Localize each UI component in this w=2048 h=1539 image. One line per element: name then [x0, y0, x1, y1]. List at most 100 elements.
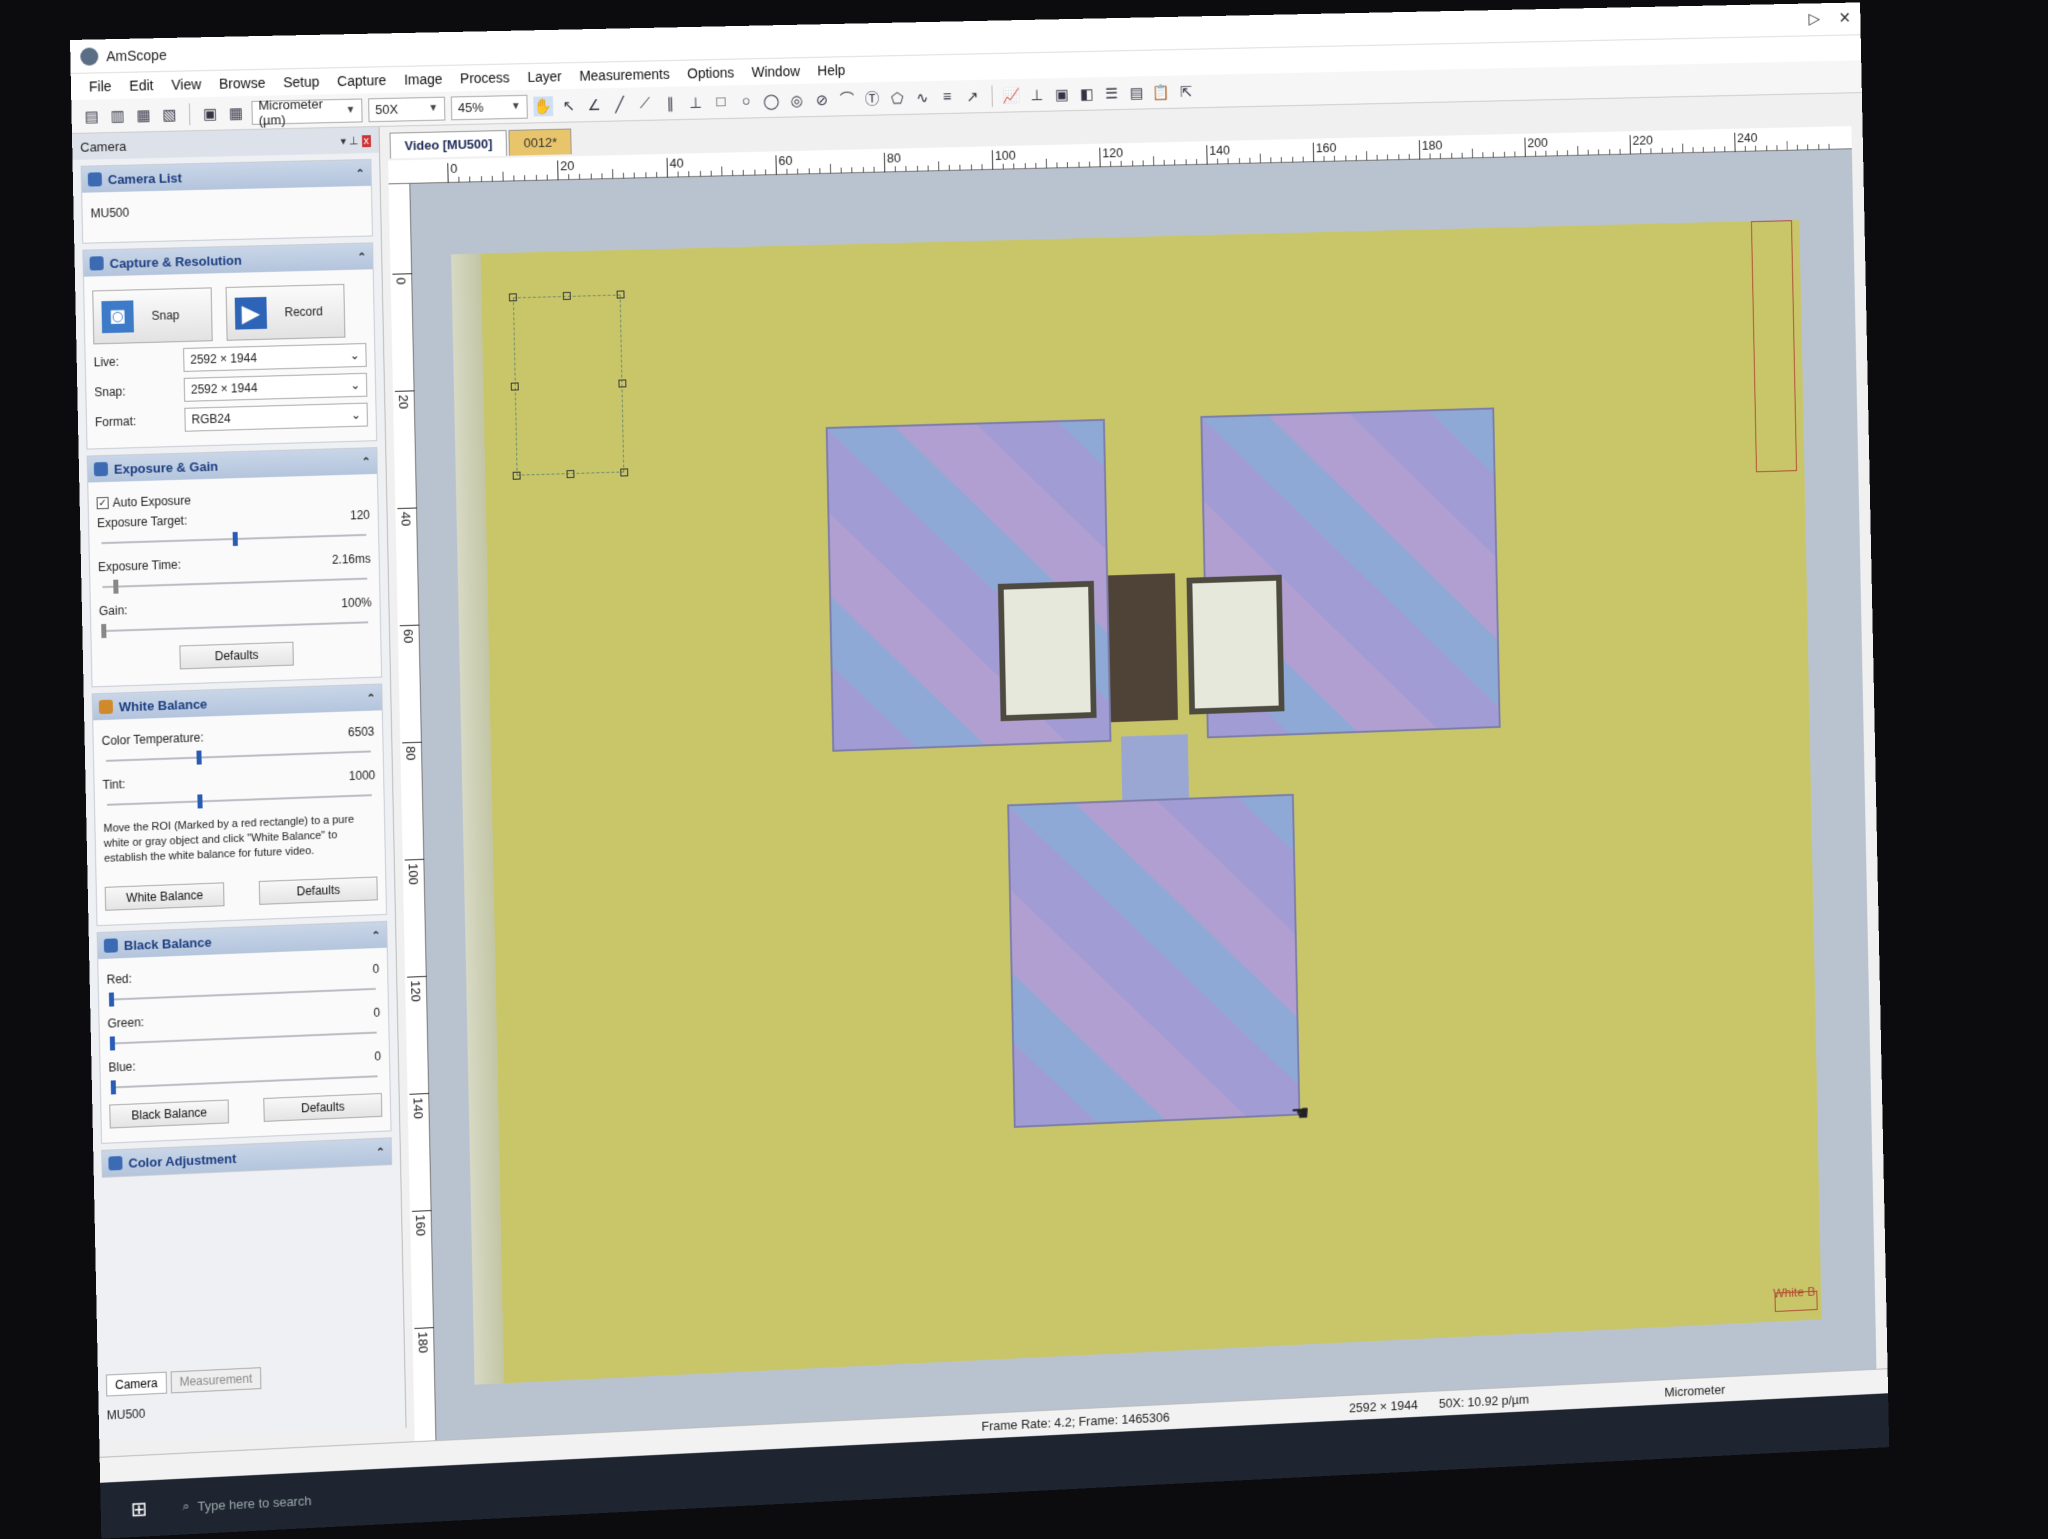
resize-handle[interactable]: [620, 468, 629, 477]
format-select[interactable]: RGB24 ⌄: [184, 402, 368, 432]
select-arrow-icon[interactable]: ↖: [559, 95, 579, 115]
menu-help[interactable]: Help: [817, 62, 845, 78]
slider-thumb[interactable]: [197, 794, 204, 809]
distribute-icon[interactable]: ☰: [1102, 83, 1122, 103]
browse-icon[interactable]: ▣: [200, 103, 220, 123]
gain-slider[interactable]: [101, 615, 369, 639]
tab-image-0012[interactable]: 0012*: [508, 128, 573, 156]
resize-handle[interactable]: [566, 469, 575, 479]
panel-arrow-icon[interactable]: ▷: [1808, 9, 1820, 29]
slider-thumb[interactable]: [109, 1036, 116, 1051]
measurement-rectangle[interactable]: [512, 294, 625, 476]
polygon-tool-icon[interactable]: ⬠: [887, 88, 907, 108]
menu-view[interactable]: View: [171, 76, 201, 93]
scale-bar-icon[interactable]: ≡: [938, 87, 958, 107]
rectangle-tool-icon[interactable]: □: [711, 92, 731, 112]
collapse-icon[interactable]: ⌃: [355, 167, 364, 180]
menu-process[interactable]: Process: [460, 69, 510, 86]
menu-setup[interactable]: Setup: [283, 74, 320, 91]
menu-file[interactable]: File: [89, 78, 112, 94]
menu-edit[interactable]: Edit: [129, 77, 153, 93]
text-tool-icon[interactable]: Ⓣ: [862, 88, 882, 108]
concentric-tool-icon[interactable]: ◎: [787, 90, 807, 110]
color-temp-slider[interactable]: [106, 745, 371, 768]
arc-tool-icon[interactable]: ⌒: [837, 89, 857, 109]
line-tool-icon[interactable]: ╱: [610, 94, 630, 114]
slider-thumb[interactable]: [196, 750, 203, 765]
collapse-icon[interactable]: ⌃: [366, 691, 375, 704]
save-as-icon[interactable]: ▦: [133, 105, 153, 125]
auto-exposure-checkbox[interactable]: ✓: [96, 496, 109, 510]
grid-icon[interactable]: ▦: [226, 103, 246, 123]
black-balance-button[interactable]: Black Balance: [109, 1099, 230, 1129]
green-slider[interactable]: [109, 1026, 377, 1051]
parallel-tool-icon[interactable]: ∥: [660, 93, 680, 113]
menu-options[interactable]: Options: [687, 65, 734, 82]
zoom-select[interactable]: 45% ▼: [450, 94, 528, 120]
resize-handle[interactable]: [618, 379, 627, 388]
live-resolution-select[interactable]: 2592 × 1944 ⌄: [183, 342, 367, 372]
curve-tool-icon[interactable]: ∿: [912, 87, 932, 107]
slider-thumb[interactable]: [101, 623, 107, 639]
tint-slider[interactable]: [106, 788, 372, 812]
collapse-icon[interactable]: ⌃: [357, 250, 366, 263]
windows-start-icon[interactable]: ⊞: [130, 1496, 147, 1522]
blue-slider[interactable]: [110, 1069, 378, 1095]
unit-select[interactable]: Micrometer (µm) ▼: [251, 96, 363, 127]
red-slider[interactable]: [108, 982, 376, 1007]
color-adjustment-header[interactable]: Color Adjustment ⌃: [102, 1138, 392, 1177]
print-icon[interactable]: ▧: [159, 104, 179, 124]
magnification-select[interactable]: 50X ▼: [368, 96, 446, 122]
resize-handle[interactable]: [616, 290, 625, 299]
tab-video[interactable]: Video [MU500]: [389, 129, 508, 159]
tab-camera[interactable]: Camera: [105, 1371, 167, 1397]
slider-thumb[interactable]: [232, 531, 238, 547]
snap-button[interactable]: ◙ Snap: [92, 287, 213, 345]
open-folder-icon[interactable]: ▤: [81, 106, 101, 126]
perpendicular-tool-icon[interactable]: ⊥: [686, 92, 706, 112]
save-icon[interactable]: ▥: [107, 105, 127, 125]
clipboard-icon[interactable]: 📋: [1152, 82, 1171, 102]
menu-window[interactable]: Window: [751, 63, 800, 80]
slider-thumb[interactable]: [108, 992, 115, 1007]
ring-tool-icon[interactable]: ⊘: [812, 90, 832, 110]
slider-thumb[interactable]: [113, 579, 119, 594]
tab-measurement[interactable]: Measurement: [170, 1367, 262, 1394]
roi-rectangle[interactable]: [1750, 220, 1798, 473]
layer-icon[interactable]: ◧: [1077, 84, 1097, 104]
table-icon[interactable]: ▤: [1127, 83, 1147, 103]
resize-handle[interactable]: [510, 382, 519, 391]
resize-handle[interactable]: [562, 291, 571, 301]
camera-list-item[interactable]: MU500: [90, 206, 129, 221]
black-balance-defaults-button[interactable]: Defaults: [263, 1092, 383, 1122]
exposure-target-slider[interactable]: [101, 528, 367, 550]
white-balance-button[interactable]: White Balance: [104, 882, 225, 911]
close-icon[interactable]: ✕: [1838, 8, 1851, 28]
taskbar-search[interactable]: ⌕ Type here to search: [170, 1474, 467, 1525]
record-button[interactable]: ▶ Record: [225, 283, 346, 341]
menu-measurements[interactable]: Measurements: [579, 66, 670, 84]
microscope-image[interactable]: White B ☚: [451, 219, 1822, 1385]
arrow-tool-icon[interactable]: ↗: [963, 86, 983, 106]
collapse-icon[interactable]: ⌃: [361, 455, 370, 468]
angle-tool-icon[interactable]: ∠: [584, 95, 604, 115]
circle-tool-icon[interactable]: ○: [736, 91, 756, 111]
measure-chart-icon[interactable]: 📈: [1002, 85, 1022, 105]
polyline-tool-icon[interactable]: ⟋: [635, 93, 655, 113]
snap-resolution-select[interactable]: 2592 × 1944 ⌄: [183, 372, 368, 402]
menu-capture[interactable]: Capture: [337, 72, 386, 89]
exposure-time-slider[interactable]: [102, 572, 368, 594]
exposure-defaults-button[interactable]: Defaults: [179, 641, 294, 670]
image-viewport[interactable]: 0 20 40 60 80 100 120 140 160 180 200 220 240 0 20 40 6…: [388, 126, 1877, 1466]
align-icon[interactable]: ⊥: [1027, 85, 1047, 105]
collapse-icon[interactable]: ⌃: [376, 1145, 385, 1158]
menu-layer[interactable]: Layer: [527, 68, 562, 85]
resize-handle[interactable]: [508, 293, 517, 302]
panel-controls[interactable]: ▾ ⊥ x: [340, 134, 372, 147]
ellipse-tool-icon[interactable]: ◯: [762, 91, 782, 111]
export-icon[interactable]: ⇱: [1176, 81, 1195, 101]
collapse-icon[interactable]: ⌃: [371, 929, 380, 942]
resize-handle[interactable]: [512, 471, 521, 480]
pan-hand-icon[interactable]: ✋: [533, 95, 554, 116]
menu-image[interactable]: Image: [404, 71, 443, 88]
